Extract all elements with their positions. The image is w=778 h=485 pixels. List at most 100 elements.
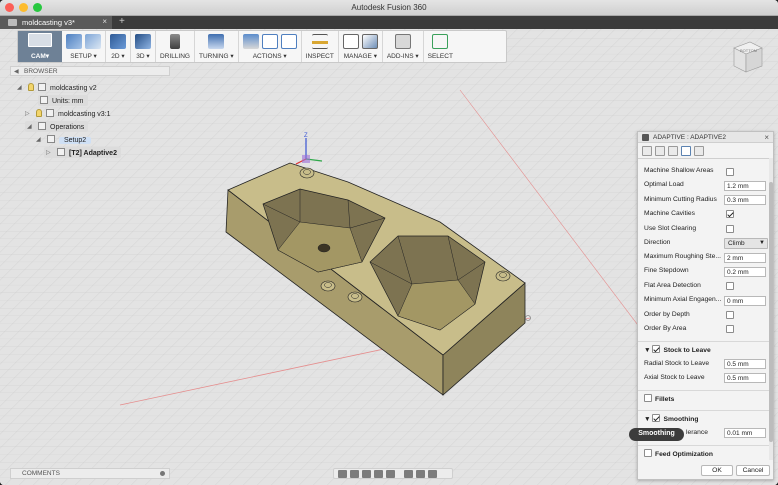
grid-settings-icon[interactable] bbox=[416, 470, 425, 478]
inspect-group[interactable]: INSPECT bbox=[302, 31, 339, 62]
expand-icon[interactable]: ▷ bbox=[25, 110, 30, 117]
scripts-icon[interactable] bbox=[394, 34, 411, 49]
orbit-icon[interactable] bbox=[338, 470, 347, 478]
select-group[interactable]: SELECT bbox=[424, 31, 457, 62]
new-tab-button[interactable]: + bbox=[119, 16, 125, 27]
stock-to-leave-section[interactable]: ▼ Stock to Leave bbox=[638, 341, 773, 354]
turning-group[interactable]: TURNING ▾ bbox=[195, 31, 239, 62]
add-ins-group[interactable]: ADD-INS ▾ bbox=[383, 31, 424, 62]
3d-adaptive-icon[interactable] bbox=[135, 34, 151, 49]
display-settings-icon[interactable] bbox=[404, 470, 413, 478]
expand-icon[interactable]: ◢ bbox=[27, 123, 32, 130]
template-icon[interactable] bbox=[361, 34, 378, 49]
order-by-area-checkbox[interactable] bbox=[726, 325, 734, 333]
machine-shallow-areas-checkbox[interactable] bbox=[726, 168, 734, 176]
fillets-section[interactable]: Fillets bbox=[638, 390, 773, 403]
fine-stepdown-input[interactable]: 0.2 mm bbox=[724, 267, 766, 277]
drill-icon[interactable] bbox=[169, 34, 180, 49]
close-dialog-icon[interactable]: × bbox=[764, 133, 769, 142]
tree-item-units[interactable]: Units: mm bbox=[38, 95, 88, 106]
add-comment-icon[interactable] bbox=[160, 471, 165, 476]
minimum-cutting-radius-input[interactable]: 0.3 mm bbox=[724, 195, 766, 205]
collapse-section-icon[interactable]: ▼ bbox=[644, 347, 651, 354]
select-arrow-icon[interactable] bbox=[432, 34, 449, 49]
tree-item-operations[interactable]: ◢ Operations bbox=[25, 121, 89, 132]
row-label: Minimum Axial Engagen... bbox=[644, 296, 722, 303]
dialog-scrollbar[interactable] bbox=[769, 158, 773, 460]
2d-group[interactable]: 2D ▾ bbox=[106, 31, 131, 62]
comments-bar[interactable]: COMMENTS bbox=[10, 468, 170, 479]
tree-item-adaptive2[interactable]: ▷ [T2] Adaptive2 bbox=[44, 147, 121, 158]
machine-cavities-checkbox[interactable] bbox=[726, 210, 734, 218]
setup-icon[interactable] bbox=[66, 34, 82, 49]
smoothing-section[interactable]: ▼ Smoothing bbox=[638, 410, 773, 423]
tab-passes-icon[interactable] bbox=[681, 146, 691, 156]
expand-icon[interactable]: ◢ bbox=[36, 136, 41, 143]
fillets-checkbox[interactable] bbox=[644, 394, 652, 402]
tree-item-moldcasting-v3[interactable]: ▷ moldcasting v3:1 bbox=[25, 108, 115, 119]
axial-stock-input[interactable]: 0.5 mm bbox=[724, 373, 766, 383]
tab-heights-icon[interactable] bbox=[668, 146, 678, 156]
maximum-roughing-stepdown-input[interactable]: 2 mm bbox=[724, 253, 766, 263]
section-title: Smoothing bbox=[663, 416, 699, 423]
stock-to-leave-checkbox[interactable] bbox=[652, 345, 661, 353]
visibility-bulb-icon[interactable] bbox=[28, 83, 34, 91]
document-tab[interactable]: moldcasting v3* × bbox=[0, 16, 112, 29]
scrollbar-thumb[interactable] bbox=[769, 182, 773, 442]
order-by-depth-checkbox[interactable] bbox=[726, 311, 734, 319]
feed-optimization-section[interactable]: Feed Optimization bbox=[638, 445, 773, 458]
app-title: Autodesk Fusion 360 bbox=[351, 3, 427, 12]
direction-select[interactable]: Climb ▼ bbox=[724, 238, 768, 249]
row-order-by-area: Order By Area bbox=[644, 325, 686, 337]
fit-icon[interactable] bbox=[386, 470, 395, 478]
tab-tool-icon[interactable] bbox=[642, 146, 652, 156]
actions-group[interactable]: ACTIONS ▾ bbox=[239, 31, 302, 62]
optimal-load-input[interactable]: 1.2 mm bbox=[724, 181, 766, 191]
tree-item-setup2[interactable]: ◢ Setup2 bbox=[34, 134, 95, 145]
setup-group[interactable]: SETUP ▾ bbox=[62, 31, 106, 62]
viewports-icon[interactable] bbox=[428, 470, 437, 478]
tree-item-moldcasting-v2[interactable]: ◢ moldcasting v2 bbox=[17, 82, 101, 93]
row-machine-shallow-areas: Machine Shallow Areas bbox=[644, 167, 714, 179]
view-cube[interactable]: BOTTOM bbox=[728, 36, 764, 76]
section-title: Feed Optimization bbox=[655, 451, 713, 458]
row-label: Flat Area Detection bbox=[644, 282, 701, 289]
expand-icon[interactable]: ◢ bbox=[17, 84, 22, 91]
flat-area-detection-checkbox[interactable] bbox=[726, 282, 734, 290]
radial-stock-input[interactable]: 0.5 mm bbox=[724, 359, 766, 369]
cancel-button[interactable]: Cancel bbox=[736, 465, 770, 476]
turning-icon[interactable] bbox=[208, 34, 225, 49]
2d-pocket-icon[interactable] bbox=[110, 34, 126, 49]
workspace-switcher[interactable]: CAM▾ bbox=[18, 31, 62, 62]
collapse-section-icon[interactable]: ▼ bbox=[644, 416, 651, 423]
smoothing-checkbox[interactable] bbox=[652, 414, 661, 422]
row-order-by-depth: Order by Depth bbox=[644, 311, 690, 323]
ok-button[interactable]: OK bbox=[701, 465, 733, 476]
setup-stock-icon[interactable] bbox=[85, 34, 101, 49]
zoom-icon[interactable] bbox=[374, 470, 383, 478]
look-at-icon[interactable] bbox=[350, 470, 359, 478]
simulate-icon[interactable] bbox=[242, 34, 259, 49]
minimum-axial-engagement-input[interactable]: 0 mm bbox=[724, 296, 766, 306]
collapse-browser-icon[interactable]: ◀ bbox=[14, 68, 19, 75]
dialog-header[interactable]: ADAPTIVE : ADAPTIVE2 × bbox=[638, 132, 773, 143]
3d-group[interactable]: 3D ▾ bbox=[131, 31, 156, 62]
feed-optimization-checkbox[interactable] bbox=[644, 449, 652, 457]
post-process-icon[interactable] bbox=[261, 34, 278, 49]
pan-icon[interactable] bbox=[362, 470, 371, 478]
measure-icon[interactable] bbox=[311, 34, 328, 49]
manage-label: MANAGE ▾ bbox=[343, 53, 377, 60]
close-tab-icon[interactable]: × bbox=[102, 17, 107, 26]
tab-linking-icon[interactable] bbox=[694, 146, 704, 156]
drilling-group[interactable]: DRILLING bbox=[156, 31, 195, 62]
visibility-bulb-icon[interactable] bbox=[36, 109, 42, 117]
use-slot-clearing-checkbox[interactable] bbox=[726, 225, 734, 233]
select-label: SELECT bbox=[427, 53, 453, 60]
tab-geometry-icon[interactable] bbox=[655, 146, 665, 156]
smoothing-tolerance-input[interactable]: 0.01 mm bbox=[724, 428, 766, 438]
manage-group[interactable]: MANAGE ▾ bbox=[339, 31, 383, 62]
tool-library-icon[interactable] bbox=[342, 34, 359, 49]
expand-icon[interactable]: ▷ bbox=[46, 149, 51, 156]
setup-sheet-icon[interactable] bbox=[280, 34, 297, 49]
browser-header[interactable]: ◀ BROWSER bbox=[10, 66, 170, 76]
